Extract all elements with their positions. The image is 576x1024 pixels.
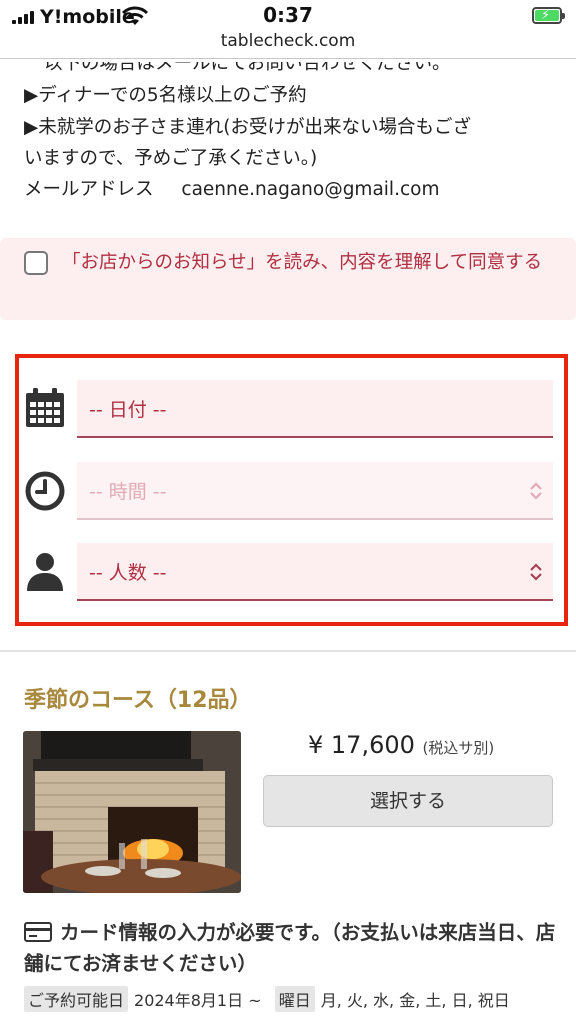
course-title: 季節のコース（12品） <box>24 688 252 713</box>
mail-address[interactable]: caenne.nagano@gmail.com <box>181 179 439 200</box>
card-note-text: カード情報の入力が必要です。（お支払いは来店当日、店舗にてお済ませください） <box>24 921 556 975</box>
url-bar-divider <box>0 58 576 59</box>
chevron-updown-icon <box>530 482 542 500</box>
section-divider <box>0 650 576 652</box>
weekday-tag: 曜日 <box>274 986 315 1012</box>
card-required-note: カード情報の入力が必要です。（お支払いは来店当日、店舗にてお済ませください） <box>24 917 564 979</box>
weekday-value: 月, 火, 水, 金, 土, 日, 祝日 <box>320 991 510 1010</box>
course-photo <box>23 731 241 893</box>
availability-line: ご予約可能日 2024年8月1日 ~ 曜日 月, 火, 水, 金, 土, 日, 祝日 <box>24 986 510 1012</box>
people-select-label: -- 人数 -- <box>89 562 167 584</box>
mail-label: メールアドレス <box>24 179 154 200</box>
course-price: ¥ 17,600 (税込サ別) <box>308 731 494 759</box>
date-select-label: -- 日付 -- <box>89 399 167 421</box>
notice-text: 以下の場合はメールにてお問い合わせください。 ▶ディナーでの5名様以上のご予約 … <box>24 62 564 207</box>
chevron-updown-icon <box>530 563 542 581</box>
people-select[interactable]: -- 人数 -- <box>77 543 553 601</box>
calendar-icon <box>26 388 64 427</box>
credit-card-icon <box>24 922 52 942</box>
status-bar: Y!mobile 0:37 ⚡ <box>0 0 576 34</box>
battery-icon: ⚡ <box>532 7 565 24</box>
clock-icon <box>25 471 65 511</box>
person-icon <box>27 553 63 591</box>
price-value: ¥ 17,600 <box>308 731 415 759</box>
url-bar[interactable]: tablecheck.com <box>0 31 576 51</box>
notice-item: ▶ディナーでの5名様以上のご予約 <box>24 85 307 106</box>
mail-line: メールアドレス caenne.nagano@gmail.com <box>24 175 439 201</box>
available-date-tag: ご予約可能日 <box>24 986 129 1012</box>
time-select[interactable]: -- 時間 -- <box>77 462 553 520</box>
clock-time: 0:37 <box>263 3 313 27</box>
agree-label[interactable]: 「お店からのお知らせ」を読み、内容を理解して同意する <box>62 248 552 277</box>
date-select[interactable]: -- 日付 -- <box>77 380 553 438</box>
price-tax-note: (税込サ別) <box>422 739 495 757</box>
time-select-label: -- 時間 -- <box>89 481 167 503</box>
notice-item: いますので、予めご了承ください。) <box>24 148 318 169</box>
notice-item: ▶未就学のお子さま連れ(お受けが出来ない場合もござ <box>24 117 471 138</box>
select-course-button[interactable]: 選択する <box>263 775 553 827</box>
agree-checkbox[interactable] <box>24 251 48 275</box>
notice-partial-line: 以下の場合はメールにてお問い合わせください。 <box>44 62 451 74</box>
available-date-value: 2024年8月1日 ~ <box>134 991 262 1010</box>
fireplace-image <box>23 731 241 893</box>
